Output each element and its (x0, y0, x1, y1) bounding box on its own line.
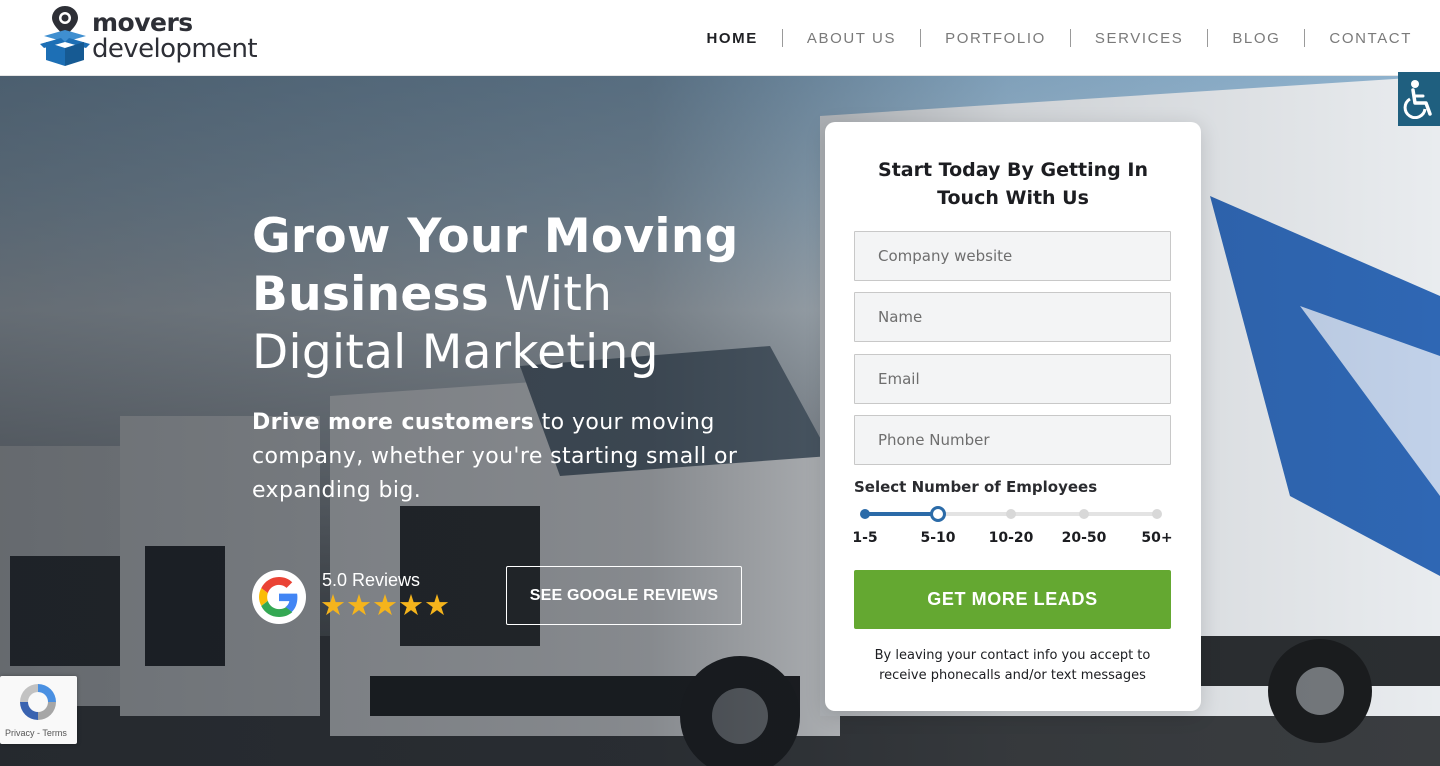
form-disclaimer: By leaving your contact info you accept … (874, 648, 1151, 683)
nav-contact[interactable]: CONTACT (1329, 30, 1412, 47)
headline-line-1: Grow Your Moving (252, 209, 739, 264)
nav-divider (1069, 29, 1071, 47)
email-input[interactable] (854, 354, 1171, 404)
wheelchair-icon (1403, 80, 1432, 119)
recaptcha-badge: Privacy - Terms (0, 676, 77, 744)
nav-divider (1304, 29, 1306, 47)
employees-label: Select Number of Employees (854, 478, 1098, 496)
subtext-emphasis: Drive more customers (252, 410, 535, 435)
nav-blog[interactable]: BLOG (1232, 30, 1280, 47)
slider-thumb[interactable] (930, 506, 946, 522)
hero-headline: Grow Your Moving Business With Digital M… (252, 208, 772, 382)
slider-option-label[interactable]: 10-20 (989, 530, 1034, 546)
slider-option-label[interactable]: 1-5 (852, 530, 877, 546)
slider-stop[interactable] (1152, 509, 1162, 519)
site-header: movers development HOME ABOUT US PORTFOL… (0, 0, 1440, 76)
accessibility-button[interactable] (1398, 72, 1440, 126)
slider-stop[interactable] (860, 509, 870, 519)
logo-box-pin-icon (40, 6, 90, 66)
main-nav: HOME ABOUT US PORTFOLIO SERVICES BLOG CO… (706, 0, 1412, 76)
headline-line-3: Digital Marketing (252, 325, 659, 380)
recaptcha-icon (20, 684, 56, 720)
recaptcha-links: Privacy - Terms (5, 728, 67, 738)
nav-services[interactable]: SERVICES (1095, 30, 1183, 47)
slider-option-label[interactable]: 50+ (1141, 530, 1172, 546)
slider-option-label[interactable]: 5-10 (920, 530, 955, 546)
google-g-icon (252, 570, 306, 624)
nav-divider (920, 29, 922, 47)
see-google-reviews-button[interactable]: SEE GOOGLE REVIEWS (506, 566, 742, 625)
recaptcha-privacy-link[interactable]: Privacy (5, 728, 35, 738)
google-reviews-summary: 5.0 Reviews ★★★★★ (252, 570, 482, 626)
company-website-input[interactable] (854, 231, 1171, 281)
nav-about-us[interactable]: ABOUT US (807, 30, 896, 47)
form-title: Start Today By Getting In Touch With Us (878, 159, 1148, 209)
brand-name-line2: development (92, 34, 258, 64)
headline-line-2-bold: Business (252, 267, 490, 322)
nav-portfolio[interactable]: PORTFOLIO (945, 30, 1046, 47)
nav-divider (781, 29, 783, 47)
phone-number-input[interactable] (854, 415, 1171, 465)
slider-stop[interactable] (1079, 509, 1089, 519)
hero-section: Grow Your Moving Business With Digital M… (0, 76, 1440, 766)
nav-home[interactable]: HOME (706, 30, 757, 47)
brand-logo[interactable]: movers development (40, 6, 280, 68)
slider-fill (865, 512, 938, 516)
employees-slider[interactable]: 1-5 5-10 10-20 20-50 50+ (852, 504, 1173, 550)
hero-subtext: Drive more customers to your moving comp… (252, 406, 742, 508)
slider-option-label[interactable]: 20-50 (1062, 530, 1107, 546)
headline-line-2-light: With (489, 267, 613, 322)
recaptcha-terms-link[interactable]: Terms (42, 728, 67, 738)
star-rating-icon: ★★★★★ (320, 588, 450, 622)
slider-stop[interactable] (1006, 509, 1016, 519)
get-more-leads-button[interactable]: GET MORE LEADS (854, 570, 1171, 629)
nav-divider (1207, 29, 1209, 47)
brand-name-line1: movers (92, 8, 193, 37)
lead-form-card: Start Today By Getting In Touch With Us … (825, 122, 1201, 711)
name-input[interactable] (854, 292, 1171, 342)
